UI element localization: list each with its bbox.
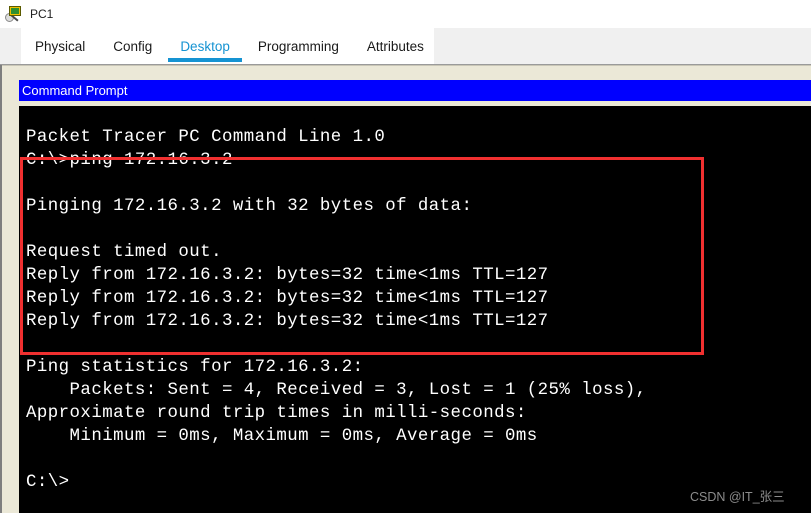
pc-device-icon	[5, 5, 23, 23]
tab-config-label: Config	[113, 39, 153, 54]
tab-programming-label: Programming	[257, 39, 339, 54]
window-title-bar: PC1	[0, 0, 811, 28]
packet-tracer-pc-window: PC1 Physical Config Desktop Programming …	[0, 0, 811, 513]
tab-attributes[interactable]: Attributes	[353, 28, 438, 65]
tab-physical[interactable]: Physical	[21, 28, 99, 65]
command-prompt-header: Command Prompt	[19, 80, 811, 101]
terminal-output-text: Packet Tracer PC Command Line 1.0 C:\>pi…	[26, 128, 647, 492]
tab-physical-label: Physical	[35, 39, 86, 54]
tab-desktop-label: Desktop	[180, 39, 230, 54]
tab-programming[interactable]: Programming	[244, 28, 353, 65]
window-title-label: PC1	[30, 7, 54, 21]
tab-desktop[interactable]: Desktop	[166, 28, 244, 65]
command-prompt-terminal[interactable]: Packet Tracer PC Command Line 1.0 C:\>pi…	[19, 106, 811, 513]
command-prompt-title: Command Prompt	[22, 83, 128, 98]
tab-attributes-label: Attributes	[366, 39, 424, 54]
panel-top-divider	[2, 65, 811, 66]
watermark-label: CSDN @IT_张三	[690, 490, 785, 504]
tab-bar: Physical Config Desktop Programming Attr…	[0, 28, 811, 65]
tab-config[interactable]: Config	[99, 28, 166, 65]
